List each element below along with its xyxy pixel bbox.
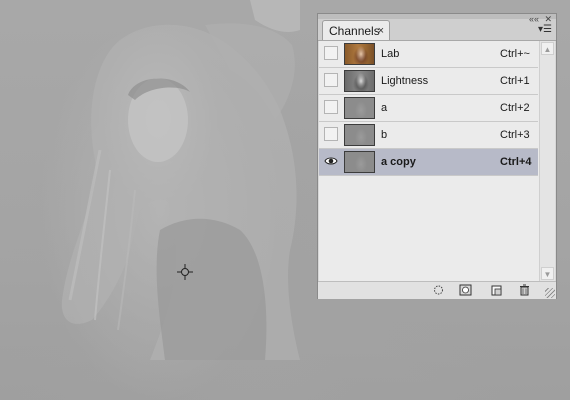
panel-bottom-bar: [318, 281, 556, 299]
scroll-up-icon[interactable]: ▲: [541, 42, 554, 55]
channel-name: a: [381, 102, 388, 114]
visibility-toggle[interactable]: [324, 127, 338, 141]
tab-channels[interactable]: Channels ×: [322, 20, 390, 40]
channel-thumbnail: [344, 70, 375, 92]
resize-grip[interactable]: [545, 288, 555, 298]
visibility-toggle[interactable]: [324, 73, 338, 87]
save-selection-icon[interactable]: [459, 284, 472, 296]
channel-thumbnail: [344, 97, 375, 119]
channel-name: a copy: [381, 156, 416, 168]
panel-menu-icon[interactable]: ▾☰: [538, 25, 552, 35]
channel-row-a[interactable]: a Ctrl+2: [319, 95, 538, 122]
panel-titlebar[interactable]: «« ✕ Channels × ▾☰: [318, 14, 556, 41]
tab-channels-label: Channels: [329, 24, 380, 38]
channel-list: Lab Ctrl+~ Lightness Ctrl+1 a Ctrl+2 b C…: [319, 41, 538, 176]
visibility-toggle[interactable]: [324, 100, 338, 114]
channel-row-lightness[interactable]: Lightness Ctrl+1: [319, 68, 538, 95]
channel-thumbnail: [344, 151, 375, 173]
scroll-down-icon[interactable]: ▼: [541, 267, 554, 280]
tab-close-icon[interactable]: ×: [378, 21, 384, 41]
channel-shortcut: Ctrl+1: [500, 75, 530, 87]
close-panel-icon[interactable]: ✕: [544, 15, 552, 24]
channels-panel: «« ✕ Channels × ▾☰ Lab Ctrl+~ Lightness …: [317, 13, 557, 299]
channel-row-lab[interactable]: Lab Ctrl+~: [319, 41, 538, 68]
channel-thumbnail: [344, 43, 375, 65]
channel-name: Lightness: [381, 75, 429, 87]
channel-shortcut: Ctrl+2: [500, 102, 530, 114]
load-selection-icon[interactable]: [432, 284, 445, 296]
channel-name: Lab: [381, 48, 400, 60]
channel-list-scrollbar[interactable]: ▲ ▼: [539, 41, 555, 281]
channel-shortcut: Ctrl+~: [500, 48, 530, 60]
channel-row-b[interactable]: b Ctrl+3: [319, 122, 538, 149]
collapse-panel-icon[interactable]: ««: [529, 15, 539, 24]
visibility-toggle[interactable]: [324, 46, 338, 60]
panel-grip[interactable]: [318, 14, 556, 19]
channel-thumbnail: [344, 124, 375, 146]
new-channel-icon[interactable]: [490, 284, 503, 296]
visibility-toggle[interactable]: [324, 154, 338, 168]
eye-icon: [324, 157, 338, 165]
channel-row-a-copy[interactable]: a copy Ctrl+4: [319, 149, 538, 176]
channel-shortcut: Ctrl+3: [500, 129, 530, 141]
channel-shortcut: Ctrl+4: [500, 156, 532, 168]
delete-channel-icon[interactable]: [518, 284, 531, 296]
channel-name: b: [381, 129, 388, 141]
